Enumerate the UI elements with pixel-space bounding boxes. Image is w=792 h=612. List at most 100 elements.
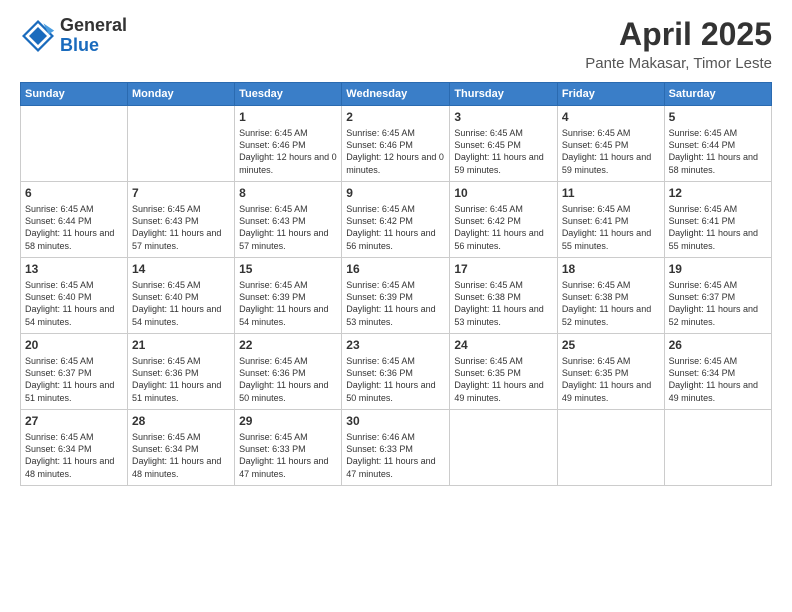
table-row: 3 Sunrise: 6:45 AM Sunset: 6:45 PM Daylig…	[450, 106, 557, 182]
logo: General Blue	[20, 16, 127, 56]
day-number: 19	[669, 261, 767, 277]
table-row: 16 Sunrise: 6:45 AM Sunset: 6:39 PM Dayli…	[342, 258, 450, 334]
day-info: Sunrise: 6:45 AM Sunset: 6:37 PM Dayligh…	[25, 355, 123, 404]
day-info: Sunrise: 6:45 AM Sunset: 6:34 PM Dayligh…	[669, 355, 767, 404]
calendar-week-row: 6Sunrise: 6:45 AM Sunset: 6:44 PM Daylig…	[21, 182, 772, 258]
table-row: 27 Sunrise: 6:45 AM Sunset: 6:34 PM Dayli…	[21, 410, 128, 486]
day-info: Sunrise: 6:45 AM Sunset: 6:33 PM Dayligh…	[239, 431, 337, 480]
day-number: 14	[132, 261, 230, 277]
table-row: 25 Sunrise: 6:45 AM Sunset: 6:35 PM Dayli…	[557, 334, 664, 410]
day-info: Sunrise: 6:45 AM Sunset: 6:36 PM Dayligh…	[346, 355, 445, 404]
table-row: 20 Sunrise: 6:45 AM Sunset: 6:37 PM Dayli…	[21, 334, 128, 410]
day-info: Sunrise: 6:46 AM Sunset: 6:33 PM Dayligh…	[346, 431, 445, 480]
day-info: Sunrise: 6:45 AM Sunset: 6:44 PM Dayligh…	[25, 203, 123, 252]
day-number: 27	[25, 413, 123, 429]
page-header: General Blue April 2025 Pante Makasar, T…	[20, 16, 772, 72]
day-info: Sunrise: 6:45 AM Sunset: 6:46 PM Dayligh…	[239, 127, 337, 176]
calendar-header-row: Sunday Monday Tuesday Wednesday Thursday…	[21, 83, 772, 106]
day-number: 7	[132, 185, 230, 201]
day-number: 2	[346, 109, 445, 125]
col-sunday: Sunday	[21, 83, 128, 106]
table-row: 1Sunrise: 6:45 AM Sunset: 6:46 PM Daylig…	[235, 106, 342, 182]
day-number: 21	[132, 337, 230, 353]
logo-general: General	[60, 16, 127, 36]
day-info: Sunrise: 6:45 AM Sunset: 6:39 PM Dayligh…	[239, 279, 337, 328]
table-row: 26Sunrise: 6:45 AM Sunset: 6:34 PM Dayli…	[664, 334, 771, 410]
table-row	[664, 410, 771, 486]
day-info: Sunrise: 6:45 AM Sunset: 6:35 PM Dayligh…	[562, 355, 660, 404]
month-title: April 2025	[585, 16, 772, 53]
table-row: 10 Sunrise: 6:45 AM Sunset: 6:42 PM Dayli…	[450, 182, 557, 258]
table-row: 9 Sunrise: 6:45 AM Sunset: 6:42 PM Daylig…	[342, 182, 450, 258]
table-row: 5 Sunrise: 6:45 AM Sunset: 6:44 PM Daylig…	[664, 106, 771, 182]
table-row: 15 Sunrise: 6:45 AM Sunset: 6:39 PM Dayli…	[235, 258, 342, 334]
day-number: 22	[239, 337, 337, 353]
day-number: 23	[346, 337, 445, 353]
day-info: Sunrise: 6:45 AM Sunset: 6:45 PM Dayligh…	[454, 127, 552, 176]
logo-blue: Blue	[60, 36, 127, 56]
day-info: Sunrise: 6:45 AM Sunset: 6:45 PM Dayligh…	[562, 127, 660, 176]
day-info: Sunrise: 6:45 AM Sunset: 6:34 PM Dayligh…	[25, 431, 123, 480]
calendar-week-row: 13 Sunrise: 6:45 AM Sunset: 6:40 PM Dayli…	[21, 258, 772, 334]
day-number: 4	[562, 109, 660, 125]
col-wednesday: Wednesday	[342, 83, 450, 106]
day-info: Sunrise: 6:45 AM Sunset: 6:46 PM Dayligh…	[346, 127, 445, 176]
table-row	[557, 410, 664, 486]
day-number: 8	[239, 185, 337, 201]
day-number: 17	[454, 261, 552, 277]
day-info: Sunrise: 6:45 AM Sunset: 6:38 PM Dayligh…	[562, 279, 660, 328]
day-number: 20	[25, 337, 123, 353]
table-row	[450, 410, 557, 486]
table-row: 11Sunrise: 6:45 AM Sunset: 6:41 PM Dayli…	[557, 182, 664, 258]
day-number: 18	[562, 261, 660, 277]
day-number: 25	[562, 337, 660, 353]
day-info: Sunrise: 6:45 AM Sunset: 6:35 PM Dayligh…	[454, 355, 552, 404]
col-tuesday: Tuesday	[235, 83, 342, 106]
table-row	[21, 106, 128, 182]
table-row: 6Sunrise: 6:45 AM Sunset: 6:44 PM Daylig…	[21, 182, 128, 258]
day-number: 9	[346, 185, 445, 201]
day-info: Sunrise: 6:45 AM Sunset: 6:39 PM Dayligh…	[346, 279, 445, 328]
table-row: 7Sunrise: 6:45 AM Sunset: 6:43 PM Daylig…	[128, 182, 235, 258]
col-friday: Friday	[557, 83, 664, 106]
day-number: 29	[239, 413, 337, 429]
day-info: Sunrise: 6:45 AM Sunset: 6:40 PM Dayligh…	[25, 279, 123, 328]
day-info: Sunrise: 6:45 AM Sunset: 6:43 PM Dayligh…	[239, 203, 337, 252]
table-row: 19Sunrise: 6:45 AM Sunset: 6:37 PM Dayli…	[664, 258, 771, 334]
table-row: 4 Sunrise: 6:45 AM Sunset: 6:45 PM Daylig…	[557, 106, 664, 182]
day-number: 5	[669, 109, 767, 125]
table-row: 29 Sunrise: 6:45 AM Sunset: 6:33 PM Dayli…	[235, 410, 342, 486]
day-number: 16	[346, 261, 445, 277]
day-info: Sunrise: 6:45 AM Sunset: 6:42 PM Dayligh…	[454, 203, 552, 252]
day-number: 10	[454, 185, 552, 201]
day-number: 12	[669, 185, 767, 201]
table-row: 24 Sunrise: 6:45 AM Sunset: 6:35 PM Dayli…	[450, 334, 557, 410]
table-row: 30Sunrise: 6:46 AM Sunset: 6:33 PM Dayli…	[342, 410, 450, 486]
day-info: Sunrise: 6:45 AM Sunset: 6:34 PM Dayligh…	[132, 431, 230, 480]
table-row: 14Sunrise: 6:45 AM Sunset: 6:40 PM Dayli…	[128, 258, 235, 334]
table-row: 21Sunrise: 6:45 AM Sunset: 6:36 PM Dayli…	[128, 334, 235, 410]
calendar-week-row: 1Sunrise: 6:45 AM Sunset: 6:46 PM Daylig…	[21, 106, 772, 182]
day-info: Sunrise: 6:45 AM Sunset: 6:36 PM Dayligh…	[239, 355, 337, 404]
day-info: Sunrise: 6:45 AM Sunset: 6:38 PM Dayligh…	[454, 279, 552, 328]
table-row: 13 Sunrise: 6:45 AM Sunset: 6:40 PM Dayli…	[21, 258, 128, 334]
day-info: Sunrise: 6:45 AM Sunset: 6:41 PM Dayligh…	[669, 203, 767, 252]
day-info: Sunrise: 6:45 AM Sunset: 6:44 PM Dayligh…	[669, 127, 767, 176]
day-info: Sunrise: 6:45 AM Sunset: 6:42 PM Dayligh…	[346, 203, 445, 252]
table-row: 22 Sunrise: 6:45 AM Sunset: 6:36 PM Dayli…	[235, 334, 342, 410]
calendar-week-row: 20 Sunrise: 6:45 AM Sunset: 6:37 PM Dayli…	[21, 334, 772, 410]
day-number: 15	[239, 261, 337, 277]
location-title: Pante Makasar, Timor Leste	[585, 55, 772, 72]
title-area: April 2025 Pante Makasar, Timor Leste	[585, 16, 772, 72]
logo-icon	[20, 18, 56, 54]
table-row: 12 Sunrise: 6:45 AM Sunset: 6:41 PM Dayli…	[664, 182, 771, 258]
table-row: 17 Sunrise: 6:45 AM Sunset: 6:38 PM Dayli…	[450, 258, 557, 334]
day-number: 3	[454, 109, 552, 125]
day-number: 13	[25, 261, 123, 277]
day-number: 24	[454, 337, 552, 353]
day-number: 11	[562, 185, 660, 201]
day-number: 28	[132, 413, 230, 429]
table-row: 8 Sunrise: 6:45 AM Sunset: 6:43 PM Daylig…	[235, 182, 342, 258]
table-row: 2 Sunrise: 6:45 AM Sunset: 6:46 PM Daylig…	[342, 106, 450, 182]
logo-text: General Blue	[60, 16, 127, 56]
